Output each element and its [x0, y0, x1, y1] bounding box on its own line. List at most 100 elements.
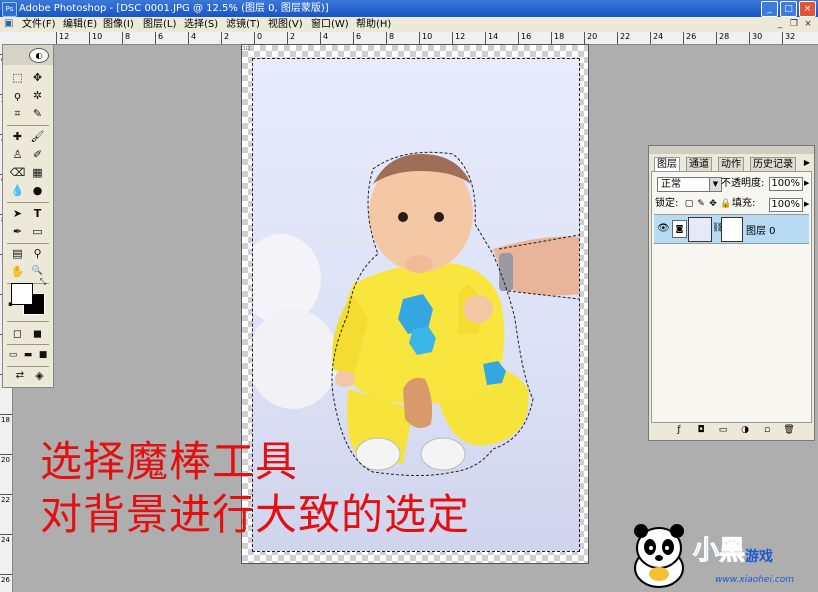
move-tool-icon[interactable]: ✥: [29, 69, 46, 86]
menu-filter[interactable]: 滤镜(T): [226, 17, 260, 32]
adobe-online-icon[interactable]: ◐: [29, 48, 49, 63]
lock-all-icon[interactable]: 🔒: [720, 199, 731, 209]
opacity-field[interactable]: 100%: [769, 177, 803, 191]
layer-mask-thumbnail[interactable]: [721, 217, 743, 242]
ruler-label: 16: [521, 32, 532, 41]
quick-mask-mode-icon[interactable]: ◼: [29, 325, 46, 342]
add-mask-icon[interactable]: ◘: [695, 424, 707, 436]
doc-restore-icon[interactable]: ❐: [788, 18, 800, 30]
menu-view[interactable]: 视图(V): [268, 17, 303, 32]
ruler-label: 2: [224, 32, 230, 41]
tab-actions[interactable]: 动作: [718, 157, 744, 171]
standard-mode-icon[interactable]: ◻: [9, 325, 26, 342]
tab-layers[interactable]: 图层: [654, 157, 680, 171]
imageready-icon[interactable]: ◈: [31, 367, 48, 384]
adjustment-layer-icon[interactable]: ◑: [739, 424, 751, 436]
ruler-label: 18: [1, 416, 10, 424]
ruler-tick: 12: [452, 32, 465, 44]
slice-tool-icon[interactable]: ✎: [29, 105, 46, 122]
lock-transparency-icon[interactable]: ▢: [684, 199, 694, 209]
menu-bar: ▣ 文件(F) 编辑(E) 图像(I) 图层(L) 选择(S) 滤镜(T) 视图…: [0, 17, 818, 33]
toolbox-divider: [7, 202, 49, 203]
jump-to-imageready-icon[interactable]: ⇄: [9, 367, 31, 384]
baby-photo-illustration: [253, 151, 579, 476]
document-icon[interactable]: ▣: [4, 18, 16, 30]
gradient-tool-icon[interactable]: ▦: [29, 164, 46, 181]
layer-style-icon[interactable]: ƒ: [673, 424, 685, 436]
eyedropper-tool-icon[interactable]: ⚲: [29, 245, 46, 262]
ruler-tick: 20: [584, 32, 597, 44]
brush-tool-icon[interactable]: 🖌: [29, 128, 46, 145]
notes-tool-icon[interactable]: ▤: [9, 245, 26, 262]
eraser-tool-icon[interactable]: ⌫: [9, 164, 26, 181]
healing-tool-icon[interactable]: ✚: [9, 128, 26, 145]
magic-wand-tool-icon[interactable]: ✲: [29, 87, 46, 104]
ruler-tick: 0: [254, 32, 262, 44]
layers-panel-header[interactable]: [649, 146, 814, 154]
ruler-tick: 24: [0, 534, 12, 544]
hand-tool-icon[interactable]: ✋: [9, 263, 26, 280]
panel-menu-arrow-icon[interactable]: ▶: [804, 158, 810, 167]
menu-file[interactable]: 文件(F): [22, 17, 56, 32]
crop-tool-icon[interactable]: ⌗: [9, 105, 26, 122]
blur-tool-icon[interactable]: 💧: [9, 182, 26, 199]
eye-icon[interactable]: 👁: [657, 223, 670, 234]
doc-close-icon[interactable]: ×: [802, 18, 814, 30]
ruler-label: 4: [191, 32, 197, 41]
toolbox-divider: [7, 321, 49, 322]
new-layer-icon[interactable]: ▫: [761, 424, 773, 436]
pen-tool-icon[interactable]: ✒: [9, 223, 26, 240]
dodge-tool-icon[interactable]: ●: [29, 182, 46, 199]
ruler-label: 12: [455, 32, 466, 41]
minimize-button[interactable]: _: [761, 1, 778, 17]
fill-label: 填充:: [732, 198, 756, 209]
layer-thumbnail[interactable]: [688, 217, 712, 242]
lock-image-icon[interactable]: ✎: [696, 199, 706, 209]
ruler-tick: 10: [89, 32, 102, 44]
menu-select[interactable]: 选择(S): [184, 17, 218, 32]
lock-position-icon[interactable]: ✥: [708, 199, 718, 209]
screen-mode-full-icon[interactable]: ■: [36, 347, 50, 364]
swap-colors-icon[interactable]: ⤡: [37, 277, 49, 287]
menu-window[interactable]: 窗口(W): [311, 17, 349, 32]
default-colors-icon[interactable]: ▪: [6, 300, 15, 309]
ruler-label: 32: [785, 32, 796, 41]
fill-field[interactable]: 100%: [769, 198, 803, 212]
brand-name: 小黑: [692, 536, 746, 567]
ruler-tick: 14: [485, 32, 498, 44]
path-select-tool-icon[interactable]: ➤: [9, 205, 26, 222]
close-button[interactable]: ×: [799, 1, 816, 17]
opacity-arrow-icon[interactable]: ▶: [804, 179, 809, 187]
layer-row[interactable]: 👁 ◙ ⛓ 图层 0: [654, 214, 809, 244]
menu-edit[interactable]: 编辑(E): [63, 17, 97, 32]
tab-channels[interactable]: 通道: [686, 157, 712, 171]
menu-help[interactable]: 帮助(H): [356, 17, 391, 32]
trash-icon[interactable]: 🗑: [783, 424, 795, 436]
ruler-label: 20: [1, 456, 10, 464]
toolbox-header[interactable]: ◐: [3, 45, 53, 65]
fill-arrow-icon[interactable]: ▶: [804, 200, 809, 208]
doc-minimize-icon[interactable]: _: [774, 18, 786, 30]
shape-tool-icon[interactable]: ▭: [29, 223, 46, 240]
stamp-tool-icon[interactable]: ♙: [9, 146, 26, 163]
tab-history[interactable]: 历史记录: [750, 157, 796, 171]
ruler-label: 10: [92, 32, 103, 41]
blend-mode-select[interactable]: 正常 ▼: [657, 177, 722, 192]
screen-mode-menu-icon[interactable]: ▬: [21, 347, 35, 364]
screen-mode-standard-icon[interactable]: ▭: [6, 347, 20, 364]
type-tool-icon[interactable]: T: [29, 205, 46, 222]
brush-icon[interactable]: ◙: [672, 220, 687, 238]
menu-layer[interactable]: 图层(L): [143, 17, 176, 32]
lasso-tool-icon[interactable]: ϙ: [9, 87, 26, 104]
toolbox-divider: [7, 125, 49, 126]
maximize-button[interactable]: □: [780, 1, 797, 17]
baby-photo[interactable]: [252, 58, 580, 552]
history-brush-tool-icon[interactable]: ✐: [29, 146, 46, 163]
new-set-icon[interactable]: ▭: [717, 424, 729, 436]
menu-image[interactable]: 图像(I): [103, 17, 134, 32]
toolbox: ◐ ⬚ ✥ ϙ ✲ ⌗ ✎ ✚ 🖌 ♙ ✐ ⌫ ▦ 💧 ● ➤ T ✒ ▭ ▤ …: [2, 44, 54, 388]
ruler-tick: 26: [0, 574, 12, 584]
ruler-label: 0: [257, 32, 263, 41]
ruler-tick: 8: [122, 32, 130, 44]
marquee-tool-icon[interactable]: ⬚: [9, 69, 26, 86]
